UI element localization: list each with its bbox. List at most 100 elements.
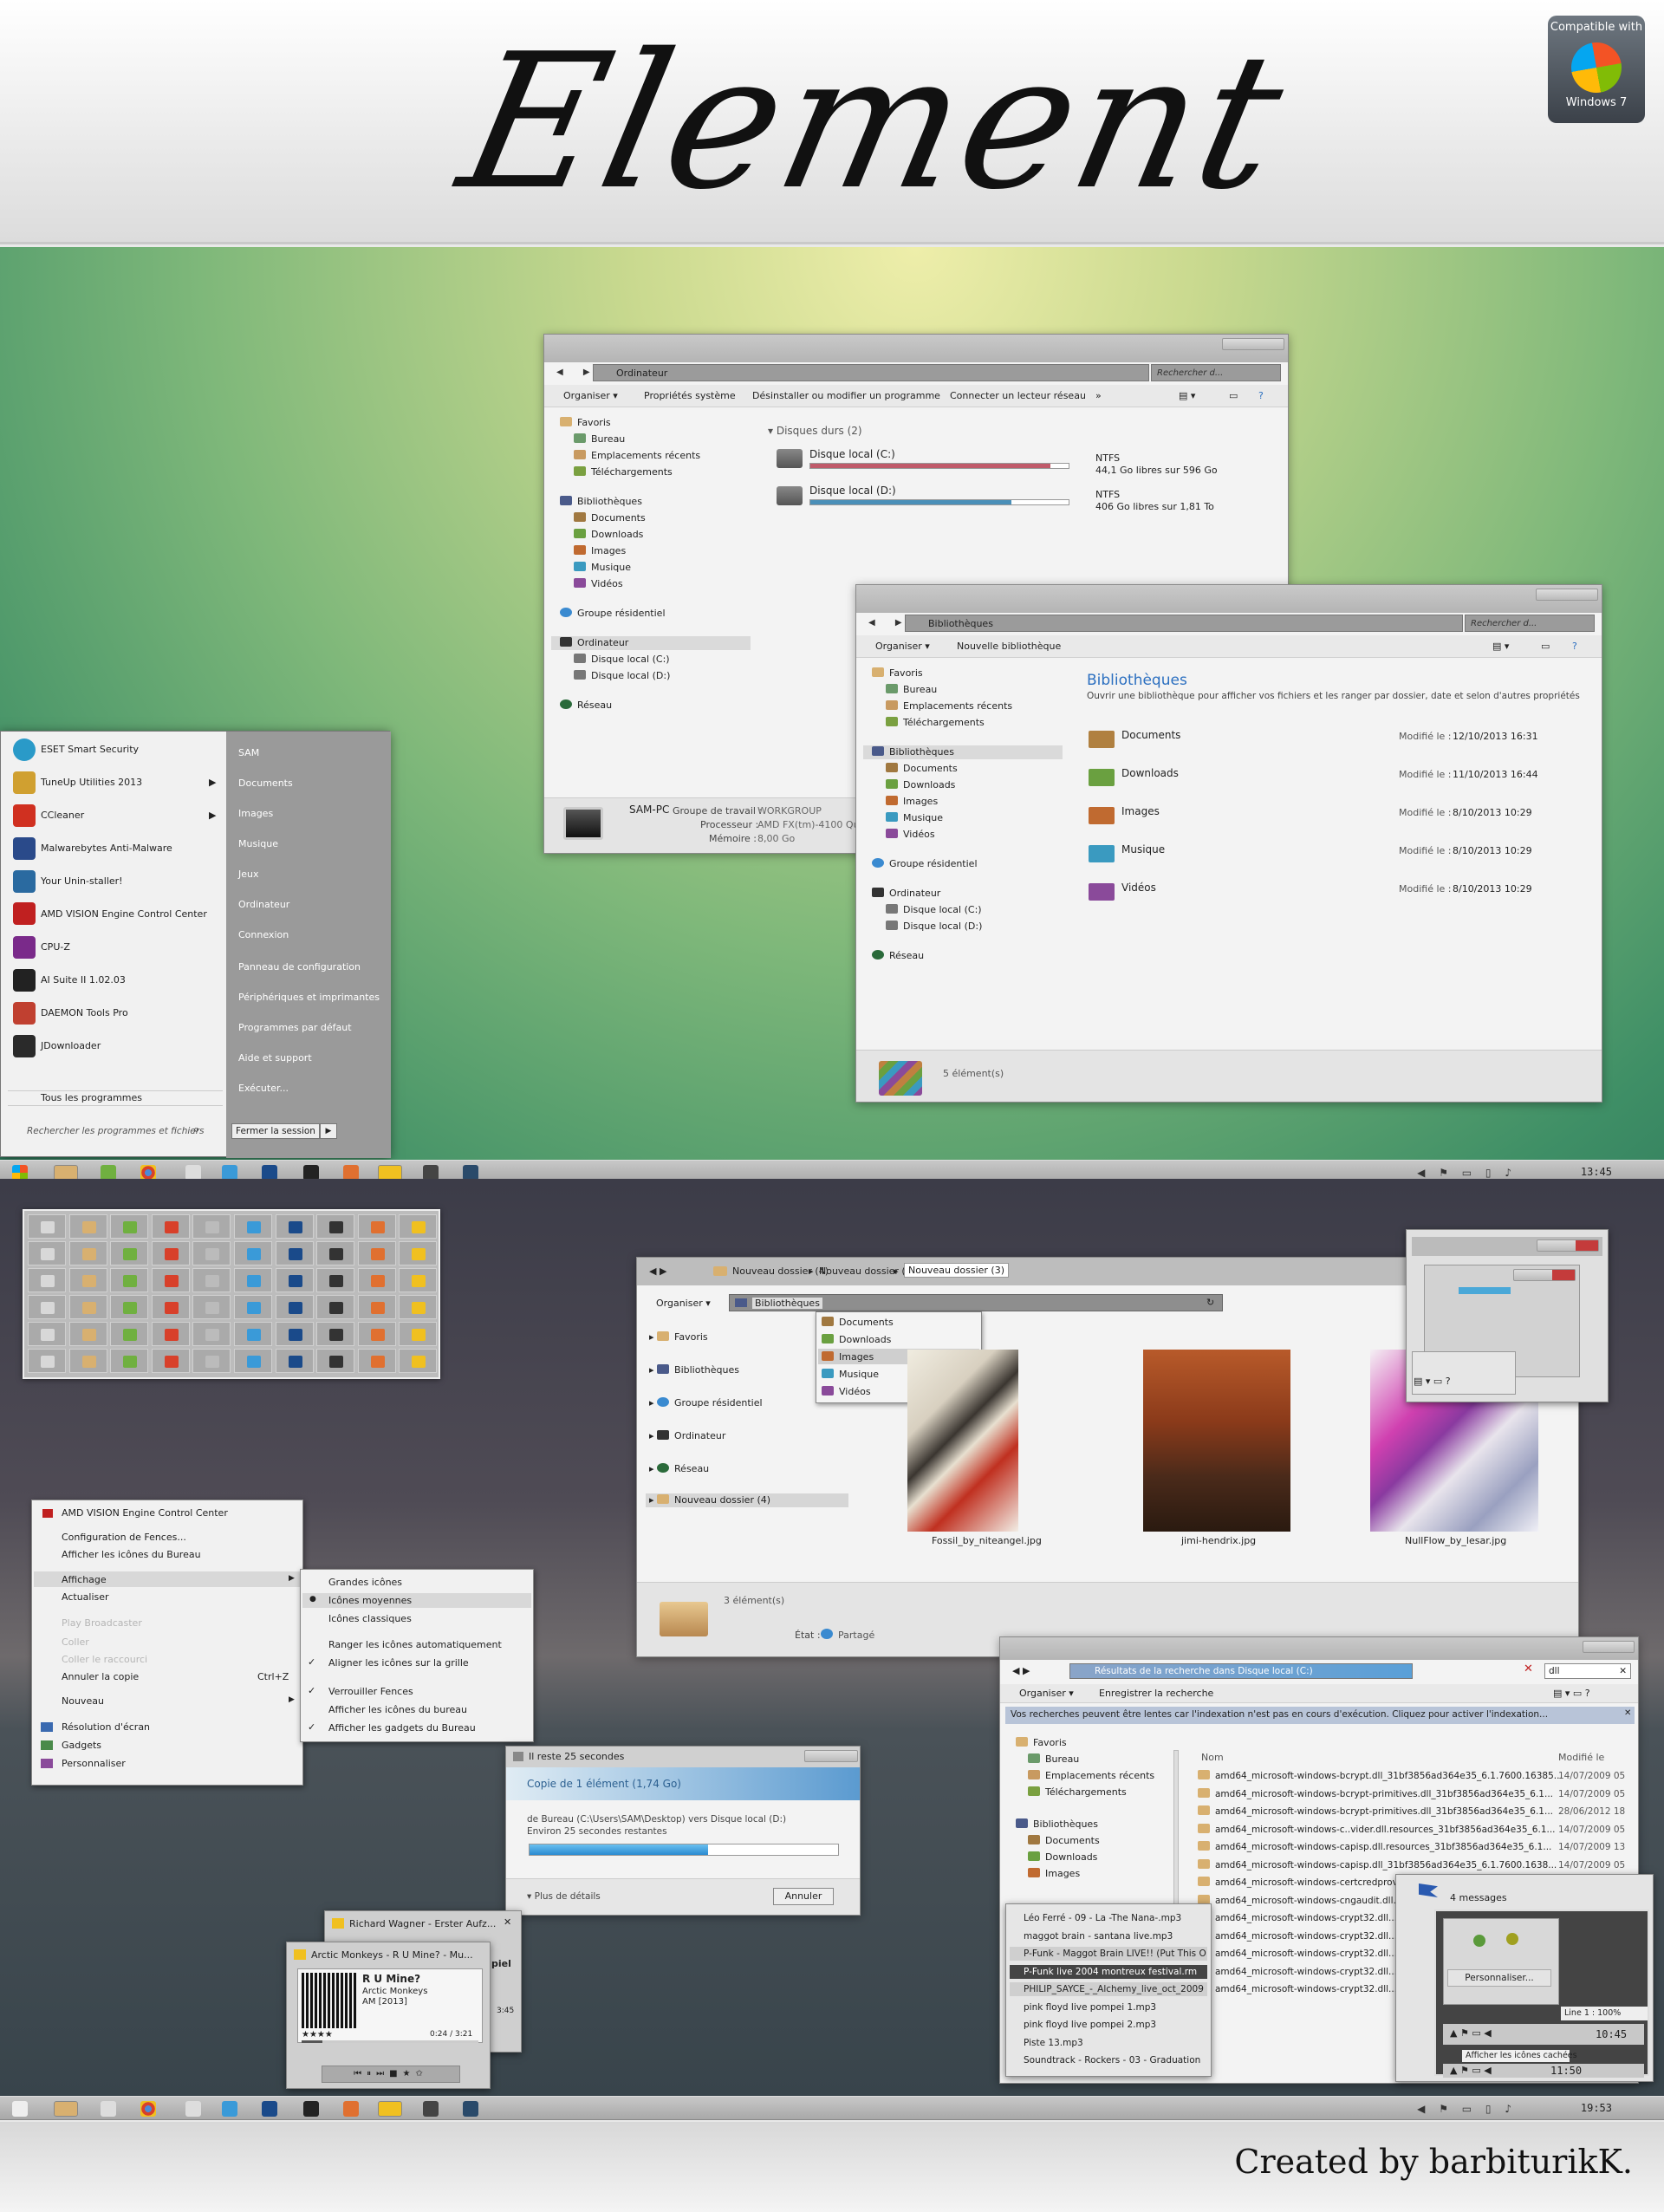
start-link-connect[interactable]: Connexion <box>238 929 289 940</box>
shutdown-options-button[interactable]: ▶ <box>320 1123 337 1139</box>
menu-item-fences[interactable]: Configuration de Fences... <box>62 1532 186 1543</box>
explorer-taskbar-icon[interactable] <box>54 2101 78 2117</box>
window-controls[interactable] <box>1537 1239 1599 1252</box>
menu-item-personalize[interactable]: Personnaliser <box>62 1758 126 1769</box>
library-item[interactable]: Images Modifié le :8/10/2013 10:29 <box>1089 805 1574 826</box>
fence-icon-cell[interactable] <box>357 1322 396 1346</box>
start-program-item[interactable]: Malwarebytes Anti-Malware <box>13 836 172 861</box>
nav-favoris[interactable]: Favoris <box>1016 1736 1067 1750</box>
submenu-show-desktop-icons[interactable]: Afficher les icônes du bureau <box>328 1704 467 1715</box>
fence-icon-cell[interactable] <box>110 1214 149 1239</box>
nav-favoris[interactable]: ▸ Favoris <box>649 1330 708 1344</box>
nav-emplacements[interactable]: Emplacements récents <box>1028 1769 1154 1783</box>
fence-icon-cell[interactable] <box>357 1295 396 1319</box>
fence-icon-cell[interactable] <box>275 1322 314 1346</box>
nav-disque-c[interactable]: Disque local (C:) <box>574 653 670 667</box>
start-program-item[interactable]: TuneUp Utilities 2013 ▶ <box>13 771 216 795</box>
tool-icon[interactable] <box>303 2101 319 2117</box>
start-link-default-programs[interactable]: Programmes par défaut <box>238 1022 352 1033</box>
clock[interactable]: 13:45 <box>1581 1166 1612 1178</box>
menu-item-gadgets[interactable]: Gadgets <box>62 1740 101 1751</box>
submenu-large-icons[interactable]: Grandes icônes <box>328 1577 402 1588</box>
start-program-item[interactable]: DAEMON Tools Pro <box>13 1001 128 1025</box>
fence-icon-cell[interactable] <box>68 1241 107 1265</box>
menu-item-refresh[interactable]: Actualiser <box>62 1591 109 1603</box>
playlist-item[interactable]: PHILIP_SAYCE_-_Alchemy_live_oct_2009 <box>1010 1982 1207 1996</box>
fence-icon-cell[interactable] <box>275 1241 314 1265</box>
start-program-item[interactable]: ESET Smart Security <box>13 738 139 762</box>
view-options-icon[interactable]: ▤ ▾ <box>1492 641 1509 652</box>
nav-reseau[interactable]: ▸ Réseau <box>649 1462 709 1476</box>
nav-telechargements[interactable]: Téléchargements <box>886 716 985 730</box>
start-link-music[interactable]: Musique <box>238 838 278 849</box>
close-info-icon[interactable]: ✕ <box>1624 1708 1631 1718</box>
nav-documents[interactable]: Documents <box>886 762 958 776</box>
nav-back-forward-buttons[interactable]: ◀ ▶ <box>649 1265 666 1277</box>
view-options-icon[interactable]: ▤ ▾ ▭ ? <box>1553 1688 1590 1699</box>
playback-controls[interactable]: ⏮⏸⏭■★✩ <box>322 2066 460 2083</box>
fence-icon-cell[interactable] <box>234 1241 272 1265</box>
window-controls[interactable] <box>1583 1641 1635 1653</box>
fence-icon-cell[interactable] <box>316 1214 355 1239</box>
library-item[interactable]: Musique Modifié le :8/10/2013 10:29 <box>1089 843 1574 864</box>
nav-disque-d[interactable]: Disque local (D:) <box>574 669 670 683</box>
drive-c-label[interactable]: Disque local (C:) <box>809 448 895 460</box>
nav-current-folder[interactable]: ▸ Nouveau dossier (4) <box>646 1493 848 1507</box>
organise-button[interactable]: Organiser ▾ <box>1019 1688 1074 1699</box>
nav-telechargements[interactable]: Téléchargements <box>1028 1786 1127 1799</box>
window-controls[interactable] <box>1536 589 1598 601</box>
clock[interactable]: 10:45 <box>1596 2028 1627 2040</box>
nav-ordinateur[interactable]: Ordinateur <box>551 636 751 650</box>
fence-icon-cell[interactable] <box>110 1268 149 1292</box>
menu-item-view[interactable]: Affichage <box>62 1574 107 1585</box>
fence-icon-cell[interactable] <box>275 1349 314 1373</box>
fence-icon-cell[interactable] <box>192 1295 231 1319</box>
system-properties-button[interactable]: Propriétés système <box>644 390 736 401</box>
close-icon[interactable]: ✕ <box>504 1916 511 1928</box>
system-tray-icons[interactable]: ◀ ⚑ ▭ ▯ ♪ <box>1417 1167 1517 1179</box>
help-icon[interactable]: ? <box>1258 390 1264 401</box>
start-link-games[interactable]: Jeux <box>238 869 259 880</box>
fence-icon-cell[interactable] <box>151 1322 190 1346</box>
start-link-images[interactable]: Images <box>238 808 273 819</box>
fence-icon-cell[interactable] <box>399 1322 438 1346</box>
image-thumbnail[interactable] <box>907 1350 1018 1532</box>
image-thumbnail[interactable] <box>1143 1350 1290 1532</box>
submenu-classic-icons[interactable]: Icônes classiques <box>328 1613 412 1624</box>
search-result-row[interactable]: amd64_microsoft-windows-c..vider.dll.res… <box>1198 1823 1631 1838</box>
fence-icon-cell[interactable] <box>192 1349 231 1373</box>
tray-icons[interactable]: ▲ ⚑ ▭ ◀ <box>1450 2065 1492 2076</box>
nav-musique[interactable]: Musique <box>886 811 943 825</box>
nav-images[interactable]: Images <box>886 795 938 809</box>
start-program-item[interactable]: AMD VISION Engine Control Center <box>13 902 214 927</box>
window-controls[interactable] <box>804 1750 858 1762</box>
fence-icon-cell[interactable] <box>399 1349 438 1373</box>
nav-emplacements[interactable]: Emplacements récents <box>886 699 1012 713</box>
fence-icon-cell[interactable] <box>357 1241 396 1265</box>
fence-icon-cell[interactable] <box>357 1214 396 1239</box>
message-count[interactable]: 4 messages <box>1450 1892 1507 1903</box>
file-name[interactable]: Fossil_by_niteangel.jpg <box>932 1535 1042 1546</box>
section-header[interactable]: ▾ Disques durs (2) <box>768 425 862 437</box>
rating-stars[interactable]: ★★★★ <box>302 2030 333 2040</box>
fence-icon-cell[interactable] <box>275 1214 314 1239</box>
fence-icon-cell[interactable] <box>68 1322 107 1346</box>
fence-icon-cell[interactable] <box>151 1295 190 1319</box>
search-input[interactable]: dll ✕ <box>1544 1663 1631 1679</box>
nav-favoris[interactable]: Favoris <box>560 416 611 430</box>
nav-downloads[interactable]: Downloads <box>886 778 955 792</box>
fence-icon-cell[interactable] <box>28 1268 66 1292</box>
shutdown-button[interactable]: Fermer la session <box>231 1123 320 1139</box>
fence-icon-cell[interactable] <box>110 1349 149 1373</box>
start-link-devices[interactable]: Périphériques et imprimantes <box>238 992 380 1003</box>
start-link-run[interactable]: Exécuter... <box>238 1083 289 1094</box>
fence-icon-cell[interactable] <box>192 1214 231 1239</box>
menu-item-show-icons[interactable]: Afficher les icônes du Bureau <box>62 1549 201 1560</box>
start-program-item[interactable]: CCleaner ▶ <box>13 803 216 828</box>
view-options-icon[interactable]: ▤ ▾ <box>1179 390 1195 401</box>
nav-bibliotheques[interactable]: ▸ Bibliothèques <box>649 1363 739 1377</box>
nav-ordinateur[interactable]: ▸ Ordinateur <box>649 1429 725 1443</box>
column-header-date[interactable]: Modifié le <box>1558 1752 1604 1763</box>
address-bar[interactable]: Bibliothèques <box>905 615 1463 632</box>
organise-button[interactable]: Organiser ▾ <box>656 1298 711 1309</box>
